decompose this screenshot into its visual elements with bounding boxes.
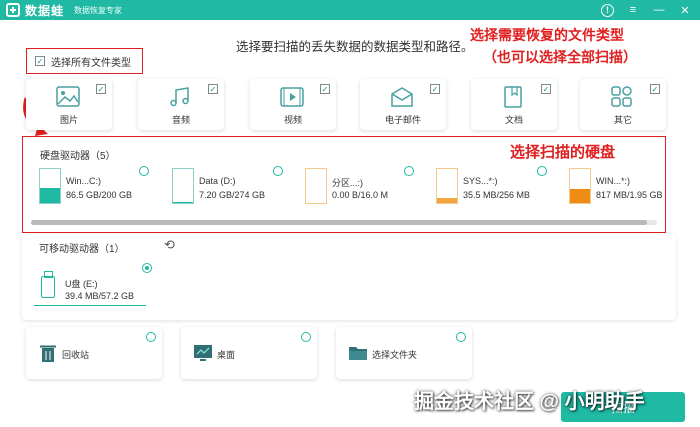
image-checkbox[interactable]: ✓ <box>96 84 106 94</box>
drive-size: 0.00 B/16.0 M <box>332 190 389 200</box>
logo-icon <box>6 3 20 17</box>
check-icon: ✓ <box>35 56 45 66</box>
location-label: 桌面 <box>217 350 236 360</box>
file-type-label: 电子邮件 <box>384 115 421 125</box>
document-checkbox[interactable]: ✓ <box>541 84 551 94</box>
location-radio[interactable] <box>456 332 466 342</box>
file-type-email[interactable]: ✓ 电子邮件 <box>360 79 446 130</box>
watermark-text: 掘金技术社区 @ 小明助手 <box>414 391 645 413</box>
drive-scrollbar[interactable] <box>31 220 657 225</box>
file-type-label: 视频 <box>283 115 302 125</box>
removable-drive-section: 可移动驱动器（1） ⟲ U盘 (E:) 39.4 MB/57.2 GB <box>22 234 676 320</box>
drive-radio[interactable] <box>537 166 547 176</box>
drive-size: 817 MB/1.95 GB <box>596 190 663 200</box>
usb-drive-size: 39.4 MB/57.2 GB <box>65 291 135 301</box>
document-icon <box>504 86 522 108</box>
location-label: 回收站 <box>62 350 90 360</box>
minimize-icon[interactable]: — <box>652 3 666 17</box>
drive-name: Win...C:) <box>66 176 101 186</box>
folder-icon <box>349 347 367 360</box>
location-desktop[interactable]: 桌面 <box>181 327 317 379</box>
drive-icon <box>172 168 194 204</box>
file-type-label: 音频 <box>171 115 190 125</box>
close-icon[interactable]: ✕ <box>678 3 692 17</box>
drive-item[interactable]: WIN...*:) 817 MB/1.95 GB <box>569 168 689 208</box>
window-controls: ! ≡ — ✕ <box>601 3 692 17</box>
location-recycle-bin[interactable]: 回收站 <box>26 327 162 379</box>
file-type-label: 文档 <box>504 115 523 125</box>
annotation-file-type: 选择需要恢复的文件类型 <box>470 27 624 43</box>
annotation-scan-all: （也可以选择全部扫描） <box>483 49 637 65</box>
usb-drive-radio[interactable] <box>142 263 152 273</box>
app-logo: 数据蛙 <box>6 2 64 19</box>
drive-radio[interactable] <box>404 166 414 176</box>
instruction-text: 选择要扫描的丢失数据的数据类型和路径。 <box>236 40 474 54</box>
drive-name: SYS...*:) <box>463 176 498 186</box>
email-icon <box>391 87 413 107</box>
other-checkbox[interactable]: ✓ <box>650 84 660 94</box>
file-type-label: 图片 <box>59 115 78 125</box>
app-subtitle: 数据恢复专家 <box>74 5 123 15</box>
select-all-checkbox[interactable]: ✓ 选择所有文件类型 <box>26 48 143 74</box>
hard-disk-title: 硬盘驱动器（5） <box>40 151 116 162</box>
removable-title: 可移动驱动器（1） <box>39 244 125 255</box>
drive-size: 86.5 GB/200 GB <box>66 190 133 200</box>
usb-drive-name: U盘 (E:) <box>65 279 98 289</box>
annotation-disk: 选择扫描的硬盘 <box>510 144 616 161</box>
location-select-folder[interactable]: 选择文件夹 <box>336 327 472 379</box>
drive-icon <box>569 168 591 204</box>
drive-size: 35.5 MB/256 MB <box>463 190 531 200</box>
file-type-video[interactable]: ✓ 视频 <box>250 79 336 130</box>
image-icon <box>56 86 80 107</box>
menu-icon[interactable]: ≡ <box>626 3 640 17</box>
location-radio[interactable] <box>301 332 311 342</box>
refresh-icon[interactable]: ⟲ <box>164 237 175 253</box>
file-type-label: 其它 <box>613 115 632 125</box>
usb-drive-item[interactable]: U盘 (E:) 39.4 MB/57.2 GB <box>34 264 146 306</box>
usb-icon <box>41 271 55 298</box>
file-type-document[interactable]: ✓ 文档 <box>471 79 557 130</box>
app-name: 数据蛙 <box>25 3 65 18</box>
drive-icon <box>39 168 61 204</box>
drive-size: 7.20 GB/274 GB <box>199 190 266 200</box>
title-bar: 数据蛙 数据恢复专家 ! ≡ — ✕ <box>0 0 700 20</box>
email-checkbox[interactable]: ✓ <box>430 84 440 94</box>
file-type-image[interactable]: ✓ 图片 <box>26 79 112 130</box>
select-all-label: 选择所有文件类型 <box>51 57 131 69</box>
video-checkbox[interactable]: ✓ <box>320 84 330 94</box>
scrollbar-thumb[interactable] <box>31 220 647 225</box>
location-label: 选择文件夹 <box>372 350 418 360</box>
drive-radio[interactable] <box>273 166 283 176</box>
other-icon <box>611 86 632 107</box>
drive-name: WIN...*:) <box>596 176 630 186</box>
audio-checkbox[interactable]: ✓ <box>208 84 218 94</box>
file-type-other[interactable]: ✓ 其它 <box>580 79 666 130</box>
recycle-bin-icon <box>40 345 56 362</box>
desktop-icon <box>194 345 212 361</box>
drive-name: Data (D:) <box>199 176 236 186</box>
file-type-audio[interactable]: ✓ 音频 <box>138 79 224 130</box>
drive-radio[interactable] <box>139 166 149 176</box>
drive-name: 分区...:) <box>332 178 363 188</box>
location-radio[interactable] <box>146 332 156 342</box>
help-icon[interactable]: ! <box>601 3 614 17</box>
music-icon <box>170 87 189 107</box>
drive-icon <box>305 168 327 204</box>
drive-icon <box>436 168 458 204</box>
video-icon <box>280 87 304 107</box>
